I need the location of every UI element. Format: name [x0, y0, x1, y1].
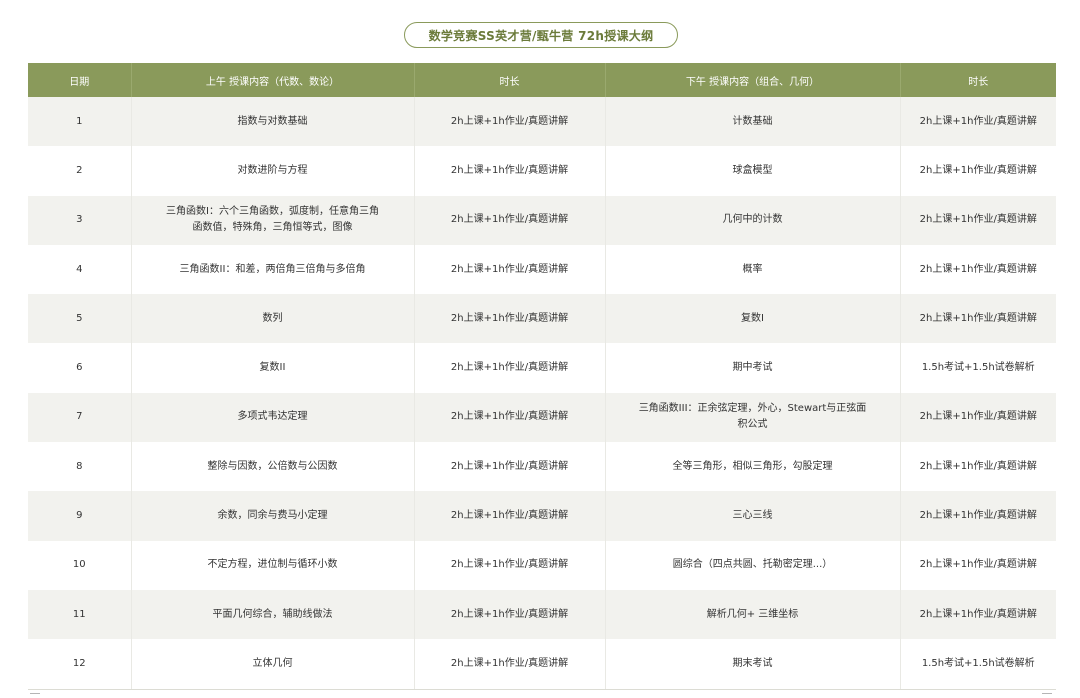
pm-content-cell: 概率	[604, 244, 900, 295]
pm-duration-cell: 1.5h考试+1.5h试卷解析	[899, 639, 1056, 690]
day-cell: 11	[28, 589, 131, 640]
day-cell: 8	[28, 442, 131, 492]
am-duration-cell: 2h上课+1h作业/真题讲解	[413, 146, 605, 196]
day-cell: 6	[28, 343, 131, 393]
pm-duration-cell: 2h上课+1h作业/真题讲解	[899, 442, 1056, 492]
header-am-content: 上午 授课内容（代数、数论）	[130, 63, 414, 97]
am-content-cell: 余数，同余与费马小定理	[130, 491, 414, 541]
pm-content-cell: 球盒模型	[604, 146, 900, 196]
header-day: 日期	[28, 63, 131, 97]
pm-duration-cell: 2h上课+1h作业/真题讲解	[899, 97, 1056, 147]
am-content-cell: 不定方程，进位制与循环小数	[130, 540, 414, 590]
header-pm-content: 下午 授课内容（组合、几何）	[604, 63, 900, 97]
table-row: 11 平面几何综合，辅助线做法 2h上课+1h作业/真题讲解 解析几何+ 三维坐…	[28, 589, 1056, 640]
pm-duration-cell: 2h上课+1h作业/真题讲解	[899, 294, 1056, 344]
page-title: 数学竞赛SS英才营/甄牛营 72h授课大纲	[404, 22, 678, 48]
corner-mark-right	[1042, 693, 1052, 698]
day-cell: 2	[28, 146, 131, 196]
pm-content-cell: 复数I	[604, 294, 900, 344]
am-duration-cell: 2h上课+1h作业/真题讲解	[413, 540, 605, 590]
am-duration-cell: 2h上课+1h作业/真题讲解	[413, 392, 605, 443]
am-duration-cell: 2h上课+1h作业/真题讲解	[413, 343, 605, 393]
corner-mark-left	[30, 693, 40, 698]
am-content-cell: 三角函数II：和差，两倍角三倍角与多倍角	[130, 244, 414, 295]
pm-duration-cell: 2h上课+1h作业/真题讲解	[899, 540, 1056, 590]
header-am-duration: 时长	[413, 63, 605, 97]
am-duration-cell: 2h上课+1h作业/真题讲解	[413, 491, 605, 541]
table-row: 2 对数进阶与方程 2h上课+1h作业/真题讲解 球盒模型 2h上课+1h作业/…	[28, 146, 1056, 196]
table-row: 12 立体几何 2h上课+1h作业/真题讲解 期末考试 1.5h考试+1.5h试…	[28, 639, 1056, 690]
pm-content-cell: 全等三角形，相似三角形，勾股定理	[604, 442, 900, 492]
am-content-cell: 指数与对数基础	[130, 97, 414, 147]
pm-duration-cell: 2h上课+1h作业/真题讲解	[899, 589, 1056, 640]
day-cell: 4	[28, 244, 131, 295]
am-duration-cell: 2h上课+1h作业/真题讲解	[413, 442, 605, 492]
pm-duration-cell: 2h上课+1h作业/真题讲解	[899, 244, 1056, 295]
am-content-cell: 数列	[130, 294, 414, 344]
am-duration-cell: 2h上课+1h作业/真题讲解	[413, 294, 605, 344]
am-content-cell: 立体几何	[130, 639, 414, 690]
pm-content-cell: 圆综合（四点共圆、托勒密定理...）	[604, 540, 900, 590]
pm-duration-cell: 2h上课+1h作业/真题讲解	[899, 195, 1056, 245]
am-duration-cell: 2h上课+1h作业/真题讲解	[413, 244, 605, 295]
pm-content-cell: 几何中的计数	[604, 195, 900, 245]
pm-content-cell: 三角函数III：正余弦定理，外心，Stewart与正弦面积公式	[604, 392, 900, 443]
table-row: 9 余数，同余与费马小定理 2h上课+1h作业/真题讲解 三心三线 2h上课+1…	[28, 491, 1056, 541]
table-row: 5 数列 2h上课+1h作业/真题讲解 复数I 2h上课+1h作业/真题讲解	[28, 294, 1056, 344]
am-duration-cell: 2h上课+1h作业/真题讲解	[413, 195, 605, 245]
am-content-cell: 整除与因数，公倍数与公因数	[130, 442, 414, 492]
table-row: 1 指数与对数基础 2h上课+1h作业/真题讲解 计数基础 2h上课+1h作业/…	[28, 97, 1056, 147]
pm-duration-cell: 2h上课+1h作业/真题讲解	[899, 491, 1056, 541]
am-content-cell: 三角函数I：六个三角函数，弧度制，任意角三角函数值，特殊角，三角恒等式，图像	[130, 195, 414, 245]
pm-duration-cell: 1.5h考试+1.5h试卷解析	[899, 343, 1056, 393]
table-row: 6 复数II 2h上课+1h作业/真题讲解 期中考试 1.5h考试+1.5h试卷…	[28, 343, 1056, 393]
am-content-cell: 平面几何综合，辅助线做法	[130, 589, 414, 640]
pm-duration-cell: 2h上课+1h作业/真题讲解	[899, 392, 1056, 443]
am-content-cell: 对数进阶与方程	[130, 146, 414, 196]
pm-content-cell: 期末考试	[604, 639, 900, 690]
am-duration-cell: 2h上课+1h作业/真题讲解	[413, 639, 605, 690]
day-cell: 9	[28, 491, 131, 541]
table-row: 8 整除与因数，公倍数与公因数 2h上课+1h作业/真题讲解 全等三角形，相似三…	[28, 442, 1056, 492]
pm-content-cell: 期中考试	[604, 343, 900, 393]
pm-content-cell: 计数基础	[604, 97, 900, 147]
day-cell: 10	[28, 540, 131, 590]
am-duration-cell: 2h上课+1h作业/真题讲解	[413, 589, 605, 640]
header-pm-duration: 时长	[899, 63, 1056, 97]
table-row: 7 多项式韦达定理 2h上课+1h作业/真题讲解 三角函数III：正余弦定理，外…	[28, 392, 1056, 443]
syllabus-table: 日期 上午 授课内容（代数、数论） 时长 下午 授课内容（组合、几何） 时长 1…	[28, 63, 1056, 690]
pm-content-cell: 解析几何+ 三维坐标	[604, 589, 900, 640]
day-cell: 1	[28, 97, 131, 147]
table-row: 3 三角函数I：六个三角函数，弧度制，任意角三角函数值，特殊角，三角恒等式，图像…	[28, 195, 1056, 245]
table-row: 4 三角函数II：和差，两倍角三倍角与多倍角 2h上课+1h作业/真题讲解 概率…	[28, 244, 1056, 295]
pm-duration-cell: 2h上课+1h作业/真题讲解	[899, 146, 1056, 196]
day-cell: 12	[28, 639, 131, 690]
pm-content-cell: 三心三线	[604, 491, 900, 541]
day-cell: 3	[28, 195, 131, 245]
day-cell: 7	[28, 392, 131, 443]
day-cell: 5	[28, 294, 131, 344]
am-content-cell: 复数II	[130, 343, 414, 393]
table-row: 10 不定方程，进位制与循环小数 2h上课+1h作业/真题讲解 圆综合（四点共圆…	[28, 540, 1056, 590]
am-content-cell: 多项式韦达定理	[130, 392, 414, 443]
am-duration-cell: 2h上课+1h作业/真题讲解	[413, 97, 605, 147]
table-header-row: 日期 上午 授课内容（代数、数论） 时长 下午 授课内容（组合、几何） 时长	[28, 63, 1056, 97]
